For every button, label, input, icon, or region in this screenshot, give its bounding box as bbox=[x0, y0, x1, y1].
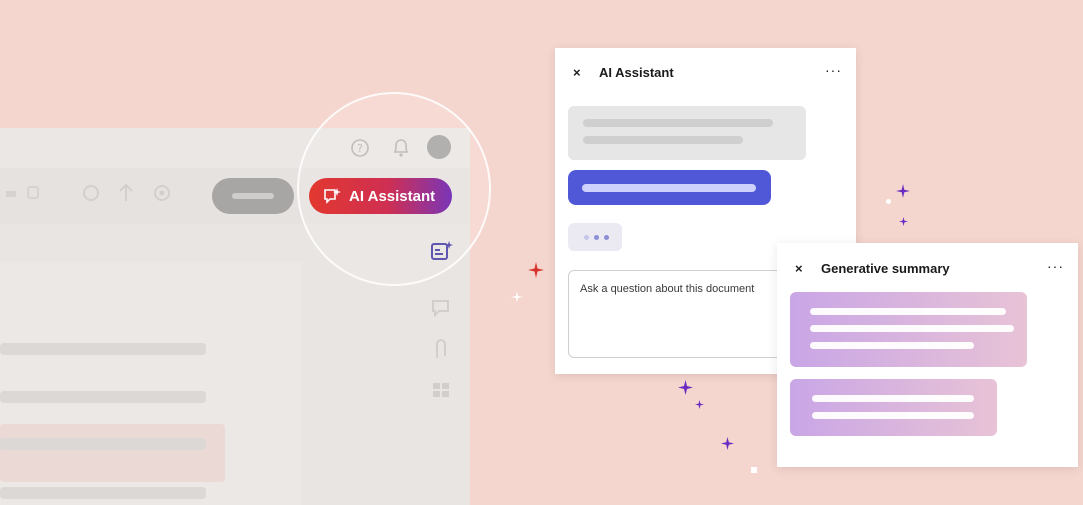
user-message bbox=[568, 170, 771, 205]
sparkle-icon bbox=[721, 437, 734, 455]
text-line-placeholder bbox=[0, 391, 206, 403]
text-line-placeholder bbox=[0, 438, 206, 450]
summary-card bbox=[790, 292, 1027, 367]
question-input[interactable]: Ask a question about this document bbox=[568, 270, 783, 358]
typing-dot bbox=[594, 235, 599, 240]
summary-line-placeholder bbox=[810, 342, 974, 349]
close-icon[interactable]: × bbox=[795, 261, 803, 276]
sparkle-icon bbox=[899, 213, 908, 231]
message-line-placeholder bbox=[583, 136, 743, 144]
summary-line-placeholder bbox=[810, 325, 1014, 332]
settings-icon[interactable] bbox=[151, 183, 173, 203]
summary-line-placeholder bbox=[812, 395, 974, 402]
stamp-icon[interactable] bbox=[80, 183, 102, 203]
sparkle-icon bbox=[896, 184, 910, 203]
share-icon[interactable] bbox=[115, 183, 137, 203]
sparkle-icon bbox=[511, 290, 523, 308]
more-options-icon[interactable]: ··· bbox=[1047, 258, 1064, 274]
comment-rail-icon[interactable] bbox=[430, 298, 452, 318]
more-options-icon[interactable]: ··· bbox=[825, 62, 842, 78]
typing-dot bbox=[584, 235, 589, 240]
summary-line-placeholder bbox=[812, 412, 974, 419]
ai-chat-sparkle-icon bbox=[323, 187, 341, 205]
share-button-label-placeholder bbox=[232, 193, 274, 199]
attachment-rail-icon[interactable] bbox=[430, 338, 452, 360]
summary-line-placeholder bbox=[810, 308, 1006, 315]
ai-assistant-button-label: AI Assistant bbox=[349, 187, 436, 205]
toolbar-icons-left[interactable] bbox=[6, 186, 52, 200]
assistant-message bbox=[568, 106, 806, 160]
question-input-placeholder: Ask a question about this document bbox=[580, 283, 755, 295]
close-icon[interactable]: × bbox=[573, 65, 581, 80]
message-line-placeholder bbox=[583, 119, 773, 127]
highlight-block bbox=[0, 424, 225, 482]
sparkle-dot bbox=[751, 467, 757, 473]
generative-summary-panel: × Generative summary ··· bbox=[777, 243, 1078, 467]
ai-assistant-button[interactable]: AI Assistant bbox=[309, 178, 452, 214]
sparkle-icon bbox=[695, 396, 704, 414]
pages-rail-icon[interactable] bbox=[430, 380, 452, 400]
text-line-placeholder bbox=[0, 343, 206, 355]
panel-title: Generative summary bbox=[821, 261, 950, 276]
toolbar-shapes-icon bbox=[6, 186, 39, 199]
panel-title: AI Assistant bbox=[599, 65, 674, 80]
summary-card bbox=[790, 379, 997, 436]
sparkle-icon bbox=[528, 262, 544, 283]
message-line-placeholder bbox=[582, 184, 756, 192]
text-line-placeholder bbox=[0, 487, 206, 499]
sparkle-dot bbox=[886, 199, 891, 204]
typing-indicator bbox=[568, 223, 622, 251]
typing-dot bbox=[604, 235, 609, 240]
sparkle-icon bbox=[678, 380, 693, 400]
